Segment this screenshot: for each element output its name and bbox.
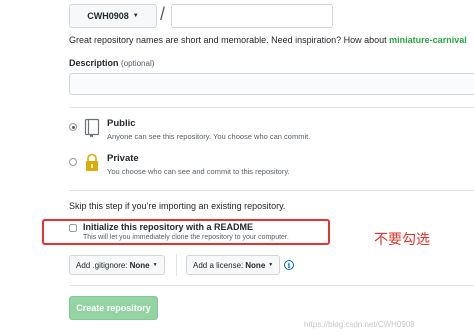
repo-book-icon: [84, 118, 100, 138]
license-label: Add a license:: [193, 260, 244, 270]
skip-import-text: Skip this step if you’re importing an ex…: [69, 201, 286, 211]
caret-down-icon: ▼: [268, 262, 274, 268]
watermark-text: https://blog.csdn.net/CWH0908: [304, 320, 415, 329]
license-value: None: [245, 260, 266, 270]
info-icon[interactable]: i: [284, 260, 294, 270]
owner-dropdown[interactable]: CWH0908 ▼: [69, 4, 157, 28]
description-input[interactable]: [69, 73, 474, 95]
visibility-private-option[interactable]: Private You choose who can see and commi…: [69, 153, 290, 176]
public-title: Public: [107, 118, 136, 129]
private-radio[interactable]: [69, 158, 77, 166]
public-description: Anyone can see this repository. You choo…: [107, 132, 311, 141]
divider: [176, 254, 177, 276]
visibility-public-option[interactable]: Public Anyone can see this repository. Y…: [69, 118, 310, 141]
gitignore-dropdown[interactable]: Add .gitignore: None ▼: [69, 255, 165, 275]
private-title: Private: [107, 153, 139, 164]
optional-hint: (optional): [121, 59, 155, 68]
caret-down-icon: ▼: [152, 262, 158, 268]
readme-description: This will let you immediately clone the …: [83, 234, 289, 241]
license-dropdown[interactable]: Add a license: None ▼: [186, 255, 281, 275]
create-repository-button[interactable]: Create repository: [69, 296, 158, 320]
lock-icon: [86, 153, 98, 171]
description-label: Description (optional): [69, 58, 155, 68]
readme-title: Initialize this repository with a README: [83, 222, 254, 232]
divider: [69, 190, 474, 191]
initialize-readme-option[interactable]: Initialize this repository with a README…: [69, 222, 289, 241]
annotation-text: 不要勾选: [374, 232, 430, 248]
suggested-name[interactable]: miniature-carnival: [389, 35, 467, 45]
private-description: You choose who can see and commit to thi…: [107, 167, 290, 176]
caret-down-icon: ▼: [132, 13, 139, 19]
name-inspiration-text: Great repository names are short and mem…: [69, 35, 467, 45]
readme-checkbox[interactable]: [69, 224, 77, 232]
repository-name-input[interactable]: [171, 4, 333, 28]
gitignore-value: None: [129, 260, 150, 270]
public-radio[interactable]: [69, 123, 77, 131]
owner-label: CWH0908: [87, 11, 129, 21]
gitignore-label: Add .gitignore:: [76, 260, 128, 270]
owner-repo-separator: /: [160, 4, 166, 24]
divider: [69, 107, 474, 108]
divider: [69, 285, 474, 286]
